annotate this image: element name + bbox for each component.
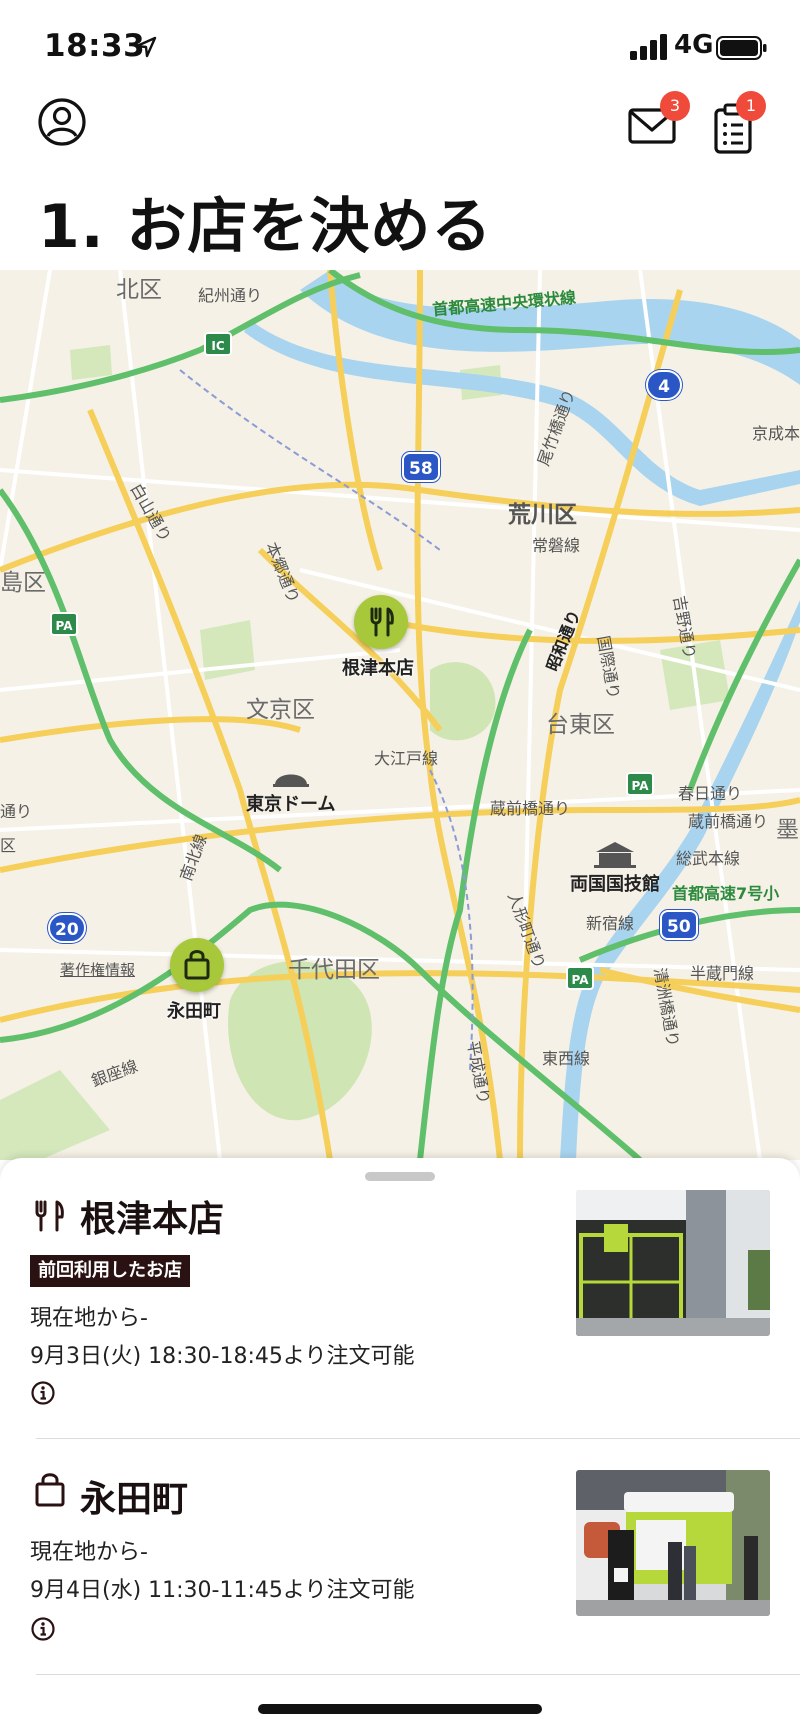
shop-distance: 現在地から- [30,1540,148,1565]
pa-badge: PA [626,772,654,796]
mail-badge: 3 [660,91,690,121]
battery-icon [716,36,767,60]
shopping-bag-icon [35,1473,65,1507]
info-icon[interactable] [30,1616,56,1642]
map-pin-nagatacho[interactable] [170,938,224,992]
map-label-road: 蔵前橋通り [688,812,769,831]
shop-distance: 現在地から- [30,1306,148,1331]
person-circle-icon[interactable] [36,96,88,148]
ic-badge: IC [204,332,232,356]
shop-availability: 9月3日(火) 18:30-18:45より注文可能 [30,1344,415,1369]
fork-knife-icon [370,607,394,637]
map-label-ward: 島区 [0,570,46,596]
map-label-road: 京成本 [752,424,800,443]
map-view[interactable]: 北区 荒川区 文京区 台東区 千代田区 島区 墨 紀州通り 白山通り 本郷通り … [0,270,800,1160]
shop-name: 根津本店 [80,1199,225,1240]
network-type: 4G [674,30,714,60]
signal-icon [630,34,667,60]
map-pin-nezu[interactable] [354,595,408,649]
divider [36,1674,800,1675]
map-label-road: 紀州通り [198,286,263,305]
page-title: 1. お店を決める [38,192,493,262]
map-label-ward: 台東区 [546,712,615,738]
map-label-ward: 北区 [116,277,162,303]
route-58-badge: 58 [402,452,440,482]
map-label-ward: 荒川区 [508,502,577,528]
shop-name: 永田町 [80,1479,189,1520]
map-label-road: 新宿線 [586,914,635,933]
fork-knife-icon [35,1200,64,1232]
map-label-road: 大江戸線 [374,749,439,768]
info-icon[interactable] [30,1380,56,1406]
map-label-road: 半蔵門線 [690,964,755,983]
map-label-landmark: 東京ドーム [246,794,336,815]
storefront-photo [576,1190,770,1336]
map-label-highway: 首都高速7号小 [672,884,780,903]
map-label-road: 常磐線 [532,536,581,555]
map-label-road: 春日通り [678,784,743,803]
map-label-road: 蔵前橋通り [490,799,571,818]
map-label-road: 東西線 [542,1049,591,1068]
status-bar: 18:33 4G [0,0,800,96]
pa-badge: PA [50,612,78,636]
map-pin-label: 根津本店 [342,658,414,679]
location-arrow-icon [135,36,157,58]
map-label-ward: 文京区 [246,697,315,723]
status-time: 18:33 [44,28,146,64]
map-label-road: 総武本線 [676,849,741,868]
map-label-ward: 墨 [776,817,799,843]
route-20-badge: 20 [48,913,86,943]
shop-list-sheet[interactable]: 根津本店 前回利用したお店 現在地から- 9月3日(火) 18:30-18:45… [0,1158,800,1731]
dome-icon [273,774,309,787]
map-pin-label: 永田町 [167,1001,221,1022]
map-label-ward: 千代田区 [288,957,380,983]
shop-card[interactable]: 永田町 現在地から- 9月4日(水) 11:30-11:45より注文可能 [0,1438,800,1674]
map-label-landmark: 両国国技館 [570,874,660,895]
food-truck-photo [576,1470,770,1616]
tasks-badge: 1 [736,91,766,121]
copyright-link[interactable]: 著作権情報 [60,959,135,980]
route-4-badge: 4 [646,370,682,400]
map-label-road: 区 [0,836,17,855]
home-indicator [258,1704,542,1714]
shop-card[interactable]: 根津本店 前回利用したお店 現在地から- 9月3日(火) 18:30-18:45… [0,1158,800,1438]
last-used-tag: 前回利用したお店 [30,1255,190,1287]
stadium-icon [594,842,636,868]
pa-badge: PA [566,966,594,990]
shop-availability: 9月4日(水) 11:30-11:45より注文可能 [30,1578,415,1603]
shopping-bag-icon [184,950,210,980]
route-50-badge: 50 [660,910,698,940]
map-label-road: 通り [0,802,33,821]
